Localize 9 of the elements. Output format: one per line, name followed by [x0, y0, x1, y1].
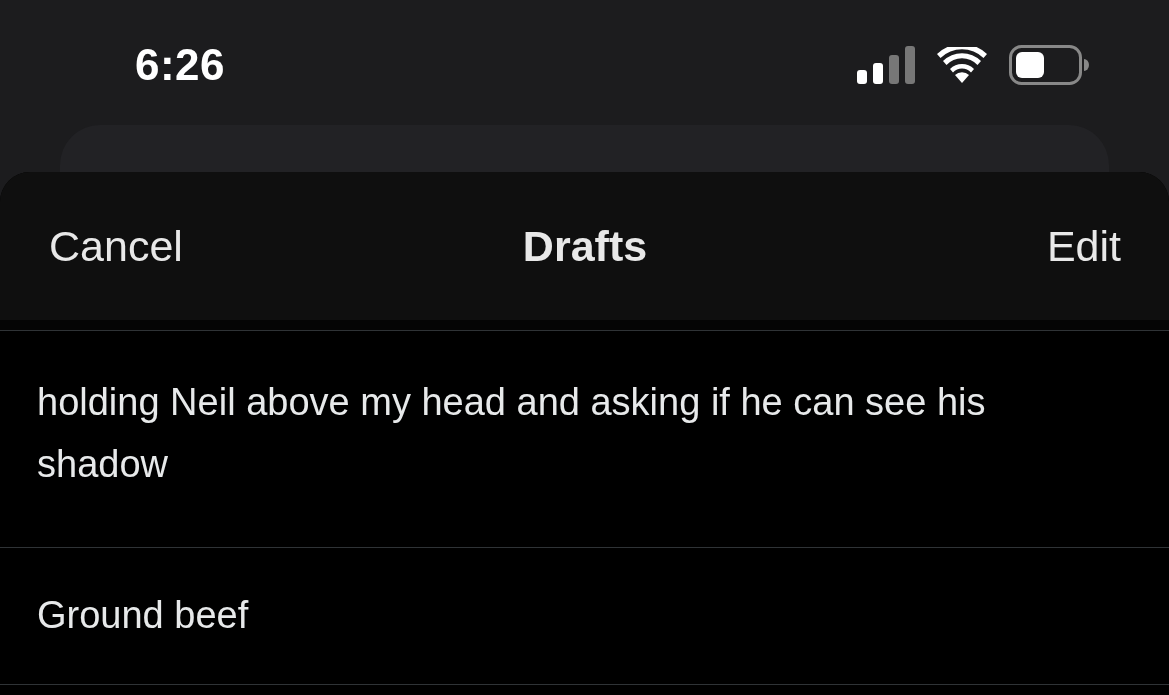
signal-icon — [857, 46, 915, 84]
draft-item[interactable]: holding Neil above my head and asking if he can see his shadow — [0, 330, 1169, 547]
draft-item[interactable]: Ground beef — [0, 547, 1169, 684]
wifi-icon — [937, 47, 987, 83]
cancel-button[interactable]: Cancel — [49, 221, 183, 271]
edit-button[interactable]: Edit — [1046, 221, 1121, 271]
battery-icon — [1009, 45, 1089, 85]
clock-time: 6:26 — [135, 39, 227, 90]
sheet-title: Drafts — [522, 221, 648, 271]
